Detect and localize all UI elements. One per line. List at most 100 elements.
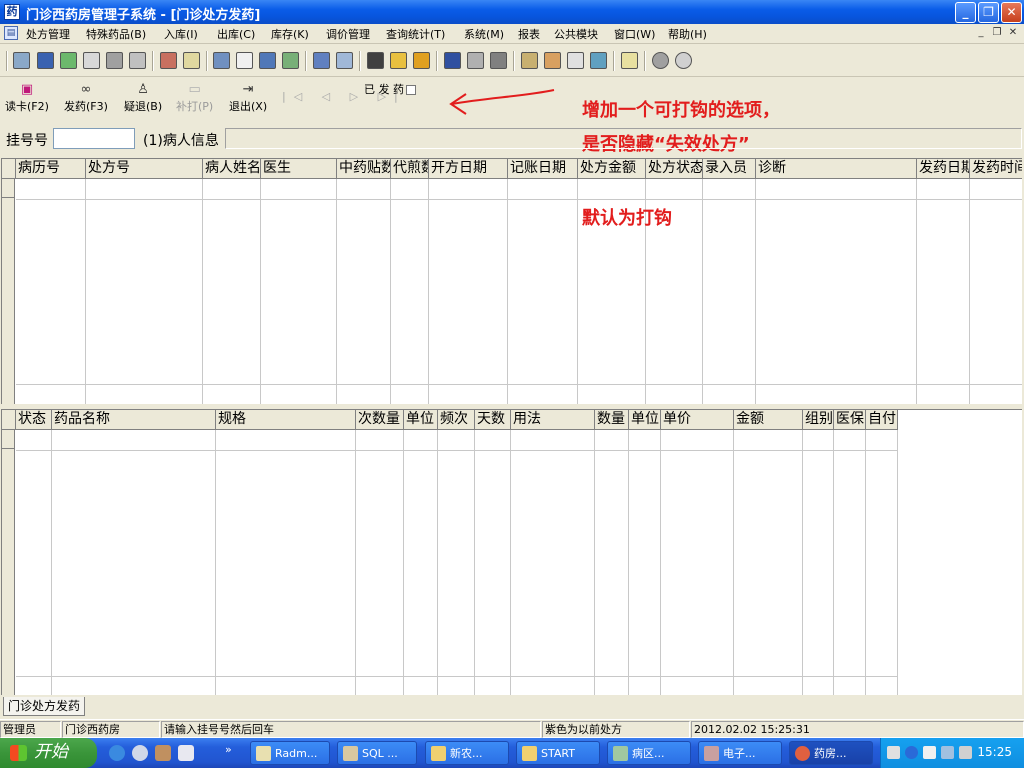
col-self-pay[interactable]: 自付 <box>866 410 898 430</box>
check-icon[interactable] <box>60 52 77 69</box>
task-folder-xinnong[interactable]: 新农... <box>425 741 509 765</box>
open-folder-icon[interactable] <box>621 52 638 69</box>
document-list-icon[interactable] <box>83 52 100 69</box>
prescription-grid[interactable]: 病历号 处方号 病人姓名 医生 中药贴数 代煎数 开方日期 记账日期 处方金额 … <box>1 158 1022 404</box>
browser-icon[interactable] <box>132 745 148 761</box>
menu-common-modules[interactable]: 公共模块 <box>554 26 598 42</box>
col-issue-date[interactable]: 开方日期 <box>429 159 508 179</box>
task-radmin[interactable]: Radm... <box>250 741 330 765</box>
chart-icon[interactable] <box>413 52 430 69</box>
mdi-minimize-button[interactable]: _ <box>974 27 988 40</box>
trash-icon[interactable] <box>444 52 461 69</box>
menu-inbound[interactable]: 入库(I) <box>164 26 198 42</box>
menu-system[interactable]: 系统(M) <box>464 26 504 42</box>
calculator-icon[interactable] <box>590 52 607 69</box>
col-drug-name[interactable]: 药品名称 <box>52 410 216 430</box>
monitor-icon[interactable] <box>13 52 30 69</box>
col-prescription-no[interactable]: 处方号 <box>86 159 203 179</box>
zoom-icon[interactable] <box>675 52 692 69</box>
form-icon[interactable] <box>213 52 230 69</box>
read-card-button[interactable]: ▣ 读卡(F2) <box>5 81 49 114</box>
mdi-restore-button[interactable]: ❐ <box>990 27 1004 40</box>
mail-icon[interactable] <box>923 746 936 759</box>
export-icon[interactable] <box>259 52 276 69</box>
tab-outpatient-dispense[interactable]: 门诊处方发药 <box>3 697 86 716</box>
doubt-return-button[interactable]: ♙ 疑退(B) <box>124 81 162 114</box>
more-quicklaunch-icon[interactable]: » <box>225 743 241 759</box>
col-entered-by[interactable]: 录入员 <box>703 159 756 179</box>
menu-special-drugs[interactable]: 特殊药品(B) <box>86 26 146 42</box>
dispense-button[interactable]: ∞ 发药(F3) <box>64 81 108 114</box>
dispensed-filter[interactable]: 已 发 药 <box>364 81 416 97</box>
col-account-date[interactable]: 记账日期 <box>508 159 578 179</box>
col-doctor[interactable]: 医生 <box>261 159 337 179</box>
task-sql[interactable]: SQL ... <box>337 741 417 765</box>
keyboard-icon[interactable] <box>887 746 900 759</box>
start-button[interactable]: 开始 <box>0 738 97 768</box>
window-icon[interactable] <box>336 52 353 69</box>
col-record-no[interactable]: 病历号 <box>16 159 86 179</box>
menu-help[interactable]: 帮助(H) <box>668 26 707 42</box>
col-quantity[interactable]: 数量 <box>595 410 629 430</box>
menu-price-adjust[interactable]: 调价管理 <box>326 26 370 42</box>
tray-expand-icon[interactable] <box>905 746 918 759</box>
mdi-close-button[interactable]: ✕ <box>1006 27 1020 40</box>
col-patient-name[interactable]: 病人姓名 <box>203 159 261 179</box>
binoculars-icon[interactable] <box>106 52 123 69</box>
task-ward[interactable]: 病区... <box>607 741 691 765</box>
find-icon[interactable] <box>467 52 484 69</box>
col-group[interactable]: 组别 <box>803 410 834 430</box>
task-pharmacy[interactable]: 药房... <box>789 741 873 765</box>
col-dispense-time[interactable]: 发药时间 <box>970 159 1022 179</box>
dispensed-checkbox[interactable] <box>406 85 416 95</box>
col-total[interactable]: 金额 <box>734 410 803 430</box>
device-icon[interactable] <box>959 746 972 759</box>
menu-stock[interactable]: 库存(K) <box>271 26 309 42</box>
clock[interactable]: 15:25 <box>977 745 1012 759</box>
col-unit-price[interactable]: 单价 <box>661 410 734 430</box>
find-next-icon[interactable] <box>490 52 507 69</box>
task-folder-start[interactable]: START <box>516 741 600 765</box>
network-icon[interactable] <box>941 746 954 759</box>
magnifier-icon[interactable] <box>567 52 584 69</box>
col-frequency[interactable]: 频次 <box>438 410 475 430</box>
col-dispense-date[interactable]: 发药日期 <box>917 159 970 179</box>
col-diagnosis[interactable]: 诊断 <box>756 159 917 179</box>
col-drug-status[interactable]: 状态 <box>16 410 52 430</box>
bicycle-icon[interactable] <box>129 52 146 69</box>
minimize-button[interactable]: _ <box>955 2 976 23</box>
menu-query-stats[interactable]: 查询统计(T) <box>386 26 445 42</box>
registration-input[interactable] <box>53 128 135 149</box>
bell-icon[interactable] <box>390 52 407 69</box>
thermometer-icon[interactable] <box>544 52 561 69</box>
edit-icon[interactable] <box>313 52 330 69</box>
drug-detail-grid[interactable]: 状态 药品名称 规格 次数量 单位 频次 天数 用法 数量 单位 单价 金额 组… <box>1 409 1022 695</box>
gem-icon[interactable] <box>652 52 669 69</box>
menu-window[interactable]: 窗口(W) <box>614 26 655 42</box>
col-usage[interactable]: 用法 <box>511 410 595 430</box>
import-icon[interactable] <box>282 52 299 69</box>
exit-button[interactable]: ⇥ 退出(X) <box>229 81 267 114</box>
col-spec[interactable]: 规格 <box>216 410 356 430</box>
col-unit[interactable]: 单位 <box>629 410 661 430</box>
col-dose-qty[interactable]: 次数量 <box>356 410 404 430</box>
card-icon[interactable] <box>183 52 200 69</box>
col-amount[interactable]: 处方金额 <box>578 159 646 179</box>
reprint-button[interactable]: ▭ 补打(P) <box>176 81 213 114</box>
report-icon[interactable] <box>160 52 177 69</box>
col-insurance[interactable]: 医保 <box>834 410 866 430</box>
col-decoct-count[interactable]: 代煎数 <box>391 159 429 179</box>
col-days[interactable]: 天数 <box>475 410 511 430</box>
col-herb-doses[interactable]: 中药贴数 <box>337 159 391 179</box>
col-dose-unit[interactable]: 单位 <box>404 410 438 430</box>
grid-icon[interactable] <box>367 52 384 69</box>
menu-prescription[interactable]: 处方管理 <box>26 26 70 42</box>
ie-icon[interactable] <box>109 745 125 761</box>
menu-outbound[interactable]: 出库(C) <box>217 26 255 42</box>
restore-button[interactable]: ❐ <box>978 2 999 23</box>
folder-icon[interactable] <box>521 52 538 69</box>
menu-reports[interactable]: 报表 <box>518 26 540 42</box>
bottle-icon[interactable] <box>37 52 54 69</box>
notepad-icon[interactable] <box>178 745 194 761</box>
close-button[interactable]: ✕ <box>1001 2 1022 23</box>
